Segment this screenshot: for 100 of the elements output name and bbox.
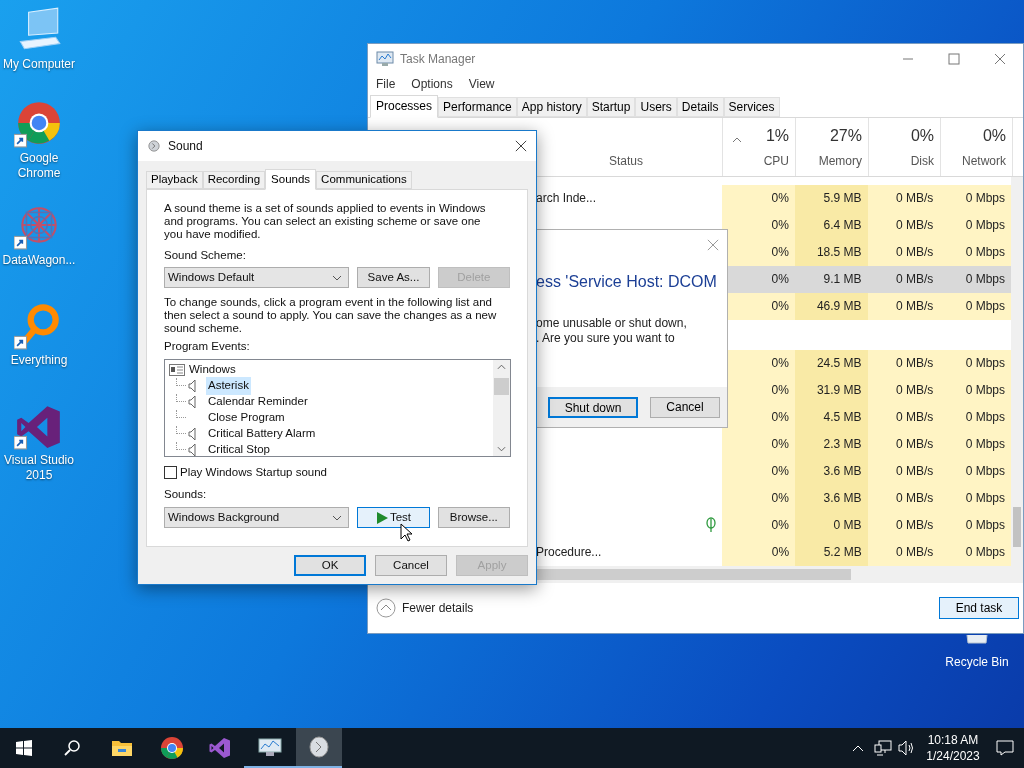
infinity-icon [208, 736, 232, 760]
tab[interactable]: Sounds [265, 169, 317, 190]
close-icon[interactable] [515, 140, 527, 152]
window-title: Sound [168, 138, 203, 155]
mouse-cursor-icon [400, 523, 412, 542]
column-header[interactable]: Network [962, 151, 1006, 170]
usage-percent: 27% [829, 125, 862, 146]
field-label: Program Events: [164, 340, 251, 353]
volume-icon[interactable] [898, 740, 916, 756]
clock-date[interactable]: 1/24/2023 [926, 748, 980, 764]
folder-icon [111, 739, 133, 757]
table-cell: 0% [722, 184, 795, 212]
list-scrollbar[interactable] [493, 360, 510, 456]
scrollbar-thumb[interactable] [494, 378, 509, 395]
checkbox[interactable] [164, 466, 177, 479]
scroll-up-icon[interactable] [497, 364, 506, 370]
chevron-down-icon[interactable] [332, 274, 343, 281]
table-cell-text: 0 Mbps [964, 271, 1006, 289]
tab[interactable]: Playback [146, 171, 203, 189]
tree-item[interactable]: Close Program [206, 409, 287, 427]
table-cell-text: 0% [770, 271, 790, 289]
desktop-icon-label[interactable]: Recycle Bin [945, 655, 1009, 670]
table-cell: 6.4 MB [794, 211, 868, 239]
sort-caret-icon[interactable] [732, 136, 742, 143]
tab[interactable]: Users [635, 96, 677, 117]
table-cell: 5.9 MB [794, 184, 868, 212]
checkbox-label[interactable]: Play Windows Startup sound [180, 466, 328, 479]
vertical-scrollbar[interactable] [1011, 176, 1023, 567]
tab[interactable]: Details [676, 96, 724, 117]
column-header[interactable]: Status [609, 151, 644, 170]
dialog-button[interactable]: Cancel [375, 555, 447, 576]
table-cell: 0 Mbps [939, 211, 1011, 239]
dialog-button[interactable]: Cancel [650, 396, 720, 418]
network-icon[interactable] [874, 740, 892, 756]
process-name[interactable]: Procedure... [536, 543, 602, 562]
menu-item[interactable]: File [376, 74, 396, 93]
tab[interactable]: Recording [202, 171, 266, 189]
table-cell: 0% [722, 430, 795, 458]
table-cell: 0 MB/s [867, 430, 940, 458]
end-task-button[interactable]: End task [939, 597, 1019, 620]
desktop-icon-label[interactable]: Visual Studio 2015 [0, 453, 78, 483]
usage-percent: 0% [910, 125, 934, 146]
table-cell: 0 Mbps [939, 238, 1011, 266]
table-cell: 18.5 MB [794, 238, 868, 266]
tree-item[interactable]: Calendar Reminder [206, 393, 310, 411]
field-label: Sounds: [164, 488, 208, 501]
tab[interactable]: Processes [370, 94, 439, 118]
column-header[interactable]: Disk [910, 151, 934, 170]
tab[interactable]: Communications [316, 171, 412, 189]
scrollbar-thumb[interactable] [1013, 506, 1021, 547]
events-list[interactable]: Windows Asterisk Calendar Reminder Close Program Critical Battery Alarm Critical Stop [164, 359, 511, 457]
process-name[interactable]: arch Inde... [536, 189, 597, 208]
table-cell: 24.5 MB [794, 349, 868, 377]
description-text: To change sounds, click a program event in the following list and then select a sound to apply. You can save the changes as a new sound scheme. [164, 296, 498, 335]
dialog-button[interactable]: Test [357, 507, 430, 528]
table-cell: 0 MB/s [867, 184, 940, 212]
select-value: Windows Background [168, 509, 280, 525]
table-cell: 0 Mbps [939, 511, 1011, 539]
leaf-icon [706, 517, 717, 534]
table-cell: 0 MB/s [867, 484, 940, 512]
column-header[interactable]: CPU [763, 151, 789, 170]
fewer-details-link[interactable]: Fewer details [402, 599, 474, 618]
notification-icon[interactable] [996, 740, 1014, 756]
scheme-dropdown[interactable]: Windows Default [164, 267, 350, 288]
menu-item[interactable]: Options [411, 74, 453, 93]
sound-dropdown[interactable]: Windows Background [164, 507, 350, 528]
scroll-down-icon[interactable] [497, 446, 506, 452]
tree-item[interactable]: Critical Battery Alarm [206, 425, 318, 443]
table-cell: 0 Mbps [939, 184, 1011, 212]
column-header[interactable]: Memory [818, 151, 862, 170]
tab[interactable]: Performance [438, 96, 517, 117]
dialog-button[interactable]: OK [294, 555, 366, 576]
chrome-icon [160, 736, 184, 760]
tree-item[interactable]: Windows [189, 361, 236, 379]
windows-logo-icon [16, 740, 32, 756]
tab[interactable]: App history [516, 96, 587, 117]
table-cell-text: 9.1 MB [822, 271, 863, 289]
table-cell: 4.5 MB [794, 403, 868, 431]
table-cell: 0 MB/s [867, 511, 940, 539]
clock-time[interactable]: 10:18 AM [927, 732, 979, 748]
tab[interactable]: Services [723, 96, 780, 117]
tree-item[interactable]: Asterisk [206, 377, 251, 395]
description-text: A sound theme is a set of sounds applied to events in Windows and programs. You can select an existing scheme or save one you have modified. [164, 202, 487, 241]
table-cell: 0 Mbps [939, 403, 1011, 431]
dialog-button[interactable]: Save As... [357, 267, 430, 288]
table-cell: 0 Mbps [939, 376, 1011, 404]
table-cell: 0 Mbps [939, 292, 1011, 320]
menu-item[interactable]: View [468, 74, 495, 93]
tree-item[interactable]: Critical Stop [206, 441, 272, 456]
field-label: Sound Scheme: [164, 249, 247, 262]
table-cell: 0 MB/s [867, 538, 940, 566]
taskbar-button[interactable] [296, 728, 342, 768]
table-cell: 0 MB/s [867, 211, 940, 239]
monitor-icon [258, 737, 282, 757]
table-cell: 3.6 MB [794, 457, 868, 485]
dialog-button[interactable]: Shut down [548, 396, 638, 418]
window-icon [169, 364, 185, 376]
dialog-button[interactable]: Browse... [437, 507, 510, 528]
chevron-down-icon[interactable] [332, 514, 343, 521]
tab[interactable]: Startup [586, 96, 636, 117]
